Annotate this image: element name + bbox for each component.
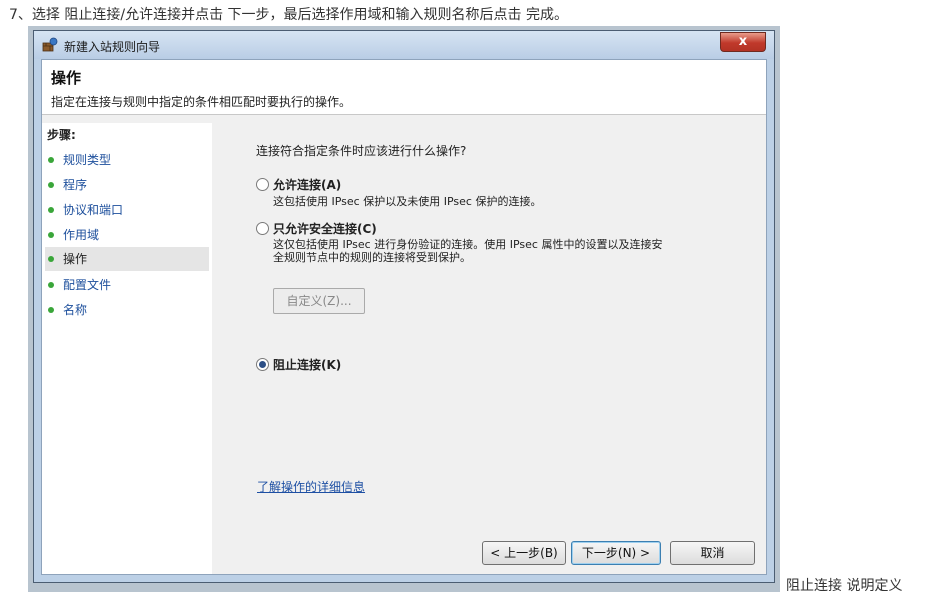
step-name[interactable]: 名称 [45,298,209,322]
learn-more-link[interactable]: 了解操作的详细信息 [257,478,365,495]
step-label: 作用域 [63,228,100,242]
step-profile[interactable]: 配置文件 [45,273,209,297]
allow-connection-radio[interactable] [256,178,269,191]
step-label: 操作 [63,252,88,266]
block-connection-radio[interactable] [256,358,269,371]
wizard-body: 操作 指定在连接与规则中指定的条件相匹配时要执行的操作。 步骤: 规则类型 程序… [41,59,767,575]
allow-secure-radio[interactable] [256,222,269,235]
allow-secure-description: 这仅包括使用 IPsec 进行身份验证的连接。使用 IPsec 属性中的设置以及… [273,238,663,251]
block-connection-label[interactable]: 阻止连接(K) [273,356,341,373]
allow-secure-label[interactable]: 只允许安全连接(C) [273,220,377,237]
step-label: 程序 [63,178,88,192]
step-label: 规则类型 [63,153,112,167]
steps-panel: 步骤: 规则类型 程序 协议和端口 作用域 操作 配置文件 名称 [42,123,212,574]
wizard-window: 新建入站规则向导 x 操作 指定在连接与规则中指定的条件相匹配时要执行的操作。 … [33,30,775,583]
cancel-button[interactable]: 取消 [670,541,755,565]
step-action[interactable]: 操作 [45,247,209,271]
customize-button[interactable]: 自定义(Z)... [273,288,365,314]
step-rule-type[interactable]: 规则类型 [45,148,209,172]
page-description: 指定在连接与规则中指定的条件相匹配时要执行的操作。 [51,95,352,109]
step-label: 配置文件 [63,278,112,292]
step-bullet-icon [48,256,54,262]
allow-connection-description: 这包括使用 IPsec 保护以及未使用 IPsec 保护的连接。 [273,195,542,208]
step-bullet-icon [48,207,54,213]
step-bullet-icon [48,307,54,313]
content-panel: 连接符合指定条件时应该进行什么操作? 允许连接(A) 这包括使用 IPsec 保… [220,123,766,574]
window-title: 新建入站规则向导 [64,40,161,54]
back-button[interactable]: < 上一步(B) [482,541,566,565]
step-protocol-ports[interactable]: 协议和端口 [45,198,209,222]
step-label: 名称 [63,303,88,317]
title-bar[interactable]: 新建入站规则向导 x [34,31,774,59]
next-button[interactable]: 下一步(N) > [571,541,661,565]
step-scope[interactable]: 作用域 [45,223,209,247]
caption-text: 阻止连接 说明定义 [786,578,903,594]
action-question: 连接符合指定条件时应该进行什么操作? [256,144,467,158]
allow-connection-label[interactable]: 允许连接(A) [273,176,341,193]
firewall-wizard-icon [42,37,58,52]
close-button[interactable]: x [720,32,766,52]
page-title: 操作 [51,69,82,87]
step-bullet-icon [48,157,54,163]
steps-title: 步骤: [47,128,76,142]
step-label: 协议和端口 [63,203,124,217]
step-program[interactable]: 程序 [45,173,209,197]
step-bullet-icon [48,182,54,188]
wizard-header: 操作 指定在连接与规则中指定的条件相匹配时要执行的操作。 [42,60,766,115]
allow-secure-description-2: 全规则节点中的规则的连接将受到保护。 [273,251,471,264]
step-bullet-icon [48,282,54,288]
step-bullet-icon [48,232,54,238]
instruction-text: 7、选择 阻止连接/允许连接并点击 下一步，最后选择作用域和输入规则名称后点击 … [9,7,568,23]
